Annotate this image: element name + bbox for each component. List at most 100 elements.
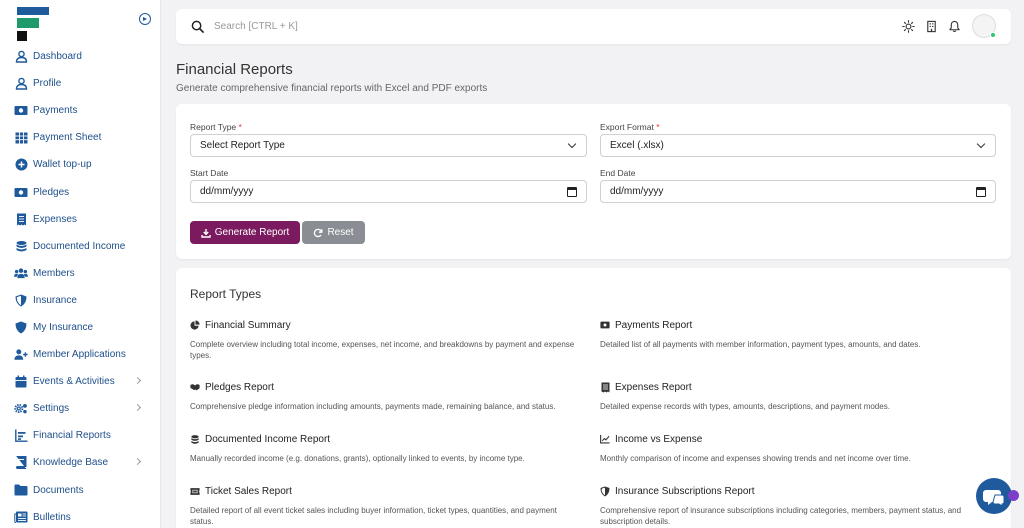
- calendar-icon: [14, 375, 28, 389]
- report-type-description: Comprehensive report of insurance subscr…: [600, 506, 962, 526]
- sidebar-item-payments[interactable]: Payments: [0, 97, 160, 124]
- sidebar-item-member-applications[interactable]: Member Applications: [0, 341, 160, 368]
- report-type-description: Detailed expense records with types, amo…: [600, 402, 890, 411]
- online-status-dot: [990, 32, 996, 38]
- user-avatar[interactable]: [972, 14, 996, 38]
- bell-icon[interactable]: [948, 20, 961, 33]
- sidebar-item-documents[interactable]: Documents: [0, 477, 160, 504]
- sidebar-item-my-insurance[interactable]: My Insurance: [0, 314, 160, 341]
- report-type-description: Detailed report of all event ticket sale…: [190, 506, 557, 526]
- report-type-payments-report: Payments Report Detailed list of all paym…: [600, 318, 1000, 350]
- sidebar-item-insurance[interactable]: Insurance: [0, 287, 160, 314]
- sidebar-item-label: Pledges: [33, 186, 70, 198]
- user-plus-icon: [14, 348, 28, 362]
- sidebar-collapse-button[interactable]: [139, 13, 151, 25]
- sidebar-item-label: Profile: [33, 78, 62, 90]
- sidebar-item-label: Member Applications: [33, 349, 126, 361]
- shield-icon: [600, 486, 610, 496]
- chat-widget-button[interactable]: [976, 478, 1012, 514]
- book-icon: [14, 456, 28, 470]
- sidebar-item-financial-reports[interactable]: Financial Reports: [0, 422, 160, 449]
- report-type-insurance-subscriptions-report: Insurance Subscriptions Report Comprehens…: [600, 484, 1000, 527]
- report-types-heading: Report Types: [190, 287, 262, 301]
- sidebar-item-documented-income[interactable]: Documented Income: [0, 233, 160, 260]
- start-date-value: dd/mm/yyyy: [200, 186, 254, 197]
- export-format-value: Excel (.xlsx): [610, 140, 664, 151]
- sidebar-item-expenses[interactable]: Expenses: [0, 206, 160, 233]
- generate-report-button[interactable]: Generate Report: [190, 221, 300, 244]
- money-bill-icon: [14, 104, 28, 118]
- export-format-select[interactable]: Excel (.xlsx): [600, 134, 996, 157]
- sidebar-item-label: Bulletins: [33, 511, 71, 523]
- start-date-label: Start Date: [190, 168, 229, 178]
- chart-bar-icon: [14, 429, 28, 443]
- report-type-description: Comprehensive pledge information includi…: [190, 402, 556, 411]
- sidebar-item-bulletins[interactable]: Bulletins: [0, 504, 160, 528]
- sidebar-item-settings[interactable]: Settings: [0, 395, 160, 422]
- report-type-description: Detailed list of all payments with membe…: [600, 340, 921, 349]
- start-date-input[interactable]: dd/mm/yyyy: [190, 180, 587, 203]
- folder-icon: [14, 483, 28, 497]
- chart-pie-icon: [190, 319, 200, 330]
- report-type-title: Income vs Expense: [615, 433, 703, 445]
- ai-assistant-badge[interactable]: [1008, 490, 1019, 501]
- sidebar-item-label: Events & Activities: [33, 376, 115, 388]
- sidebar: Dashboard Profile Payments Payment Sheet Wal…: [0, 0, 161, 528]
- calendar-icon[interactable]: [976, 187, 986, 197]
- report-type-documented-income-report: Documented Income Report Manually recorde…: [190, 432, 590, 464]
- refresh-icon: [314, 228, 323, 237]
- page-subtitle: Generate comprehensive financial reports…: [176, 83, 488, 94]
- sidebar-item-members[interactable]: Members: [0, 260, 160, 287]
- report-type-title: Payments Report: [615, 319, 693, 331]
- download-icon: [201, 228, 211, 238]
- search-input[interactable]: [214, 17, 514, 36]
- plus-circle-icon: [14, 158, 28, 172]
- end-date-label: End Date: [600, 168, 636, 178]
- shield-icon: [14, 320, 28, 334]
- chevron-down-icon: [976, 139, 986, 149]
- sidebar-item-label: Payment Sheet: [33, 132, 102, 144]
- sidebar-item-label: Wallet top-up: [33, 159, 92, 171]
- search-icon[interactable]: [191, 20, 204, 33]
- report-type-select[interactable]: Select Report Type: [190, 134, 587, 157]
- report-type-title: Expenses Report: [615, 381, 692, 393]
- sidebar-item-label: Financial Reports: [33, 430, 111, 442]
- coins-icon: [14, 239, 28, 253]
- report-type-title: Documented Income Report: [205, 433, 331, 445]
- sidebar-item-label: My Insurance: [33, 321, 94, 333]
- money-bill-icon: [14, 185, 28, 199]
- sidebar-item-pledges[interactable]: Pledges: [0, 178, 160, 205]
- end-date-value: dd/mm/yyyy: [610, 186, 664, 197]
- sidebar-item-events-activities[interactable]: Events & Activities: [0, 368, 160, 395]
- report-type-description: Manually recorded income (e.g. donations…: [190, 454, 525, 463]
- table-icon: [14, 131, 28, 145]
- sidebar-item-label: Payments: [33, 105, 78, 117]
- report-type-expenses-report: Expenses Report Detailed expense records …: [600, 380, 1000, 412]
- gears-icon: [14, 402, 28, 416]
- calendar-icon[interactable]: [567, 187, 577, 197]
- end-date-input[interactable]: dd/mm/yyyy: [600, 180, 996, 203]
- reset-button[interactable]: Reset: [302, 221, 365, 244]
- report-type-label: Report Type *: [190, 122, 242, 132]
- sidebar-item-label: Knowledge Base: [33, 457, 109, 469]
- sidebar-item-label: Expenses: [33, 213, 77, 225]
- sidebar-item-profile[interactable]: Profile: [0, 70, 160, 97]
- building-icon[interactable]: [925, 20, 938, 33]
- app-logo[interactable]: [17, 7, 49, 42]
- chevron-right-icon: [133, 377, 142, 385]
- report-type-description: Monthly comparison of income and expense…: [600, 454, 911, 463]
- sun-icon[interactable]: [902, 20, 915, 33]
- sidebar-item-label: Documented Income: [33, 240, 126, 252]
- money-bill-icon: [600, 320, 610, 330]
- page-title: Financial Reports: [176, 61, 293, 78]
- users-icon: [14, 266, 28, 280]
- sidebar-item-label: Settings: [33, 403, 70, 415]
- report-form-card: Report Type * Select Report Type Export …: [176, 104, 1011, 259]
- sidebar-item-wallet-top-up[interactable]: Wallet top-up: [0, 151, 160, 178]
- sidebar-item-dashboard[interactable]: Dashboard: [0, 43, 160, 70]
- newspaper-icon: [14, 510, 28, 524]
- sidebar-item-knowledge-base[interactable]: Knowledge Base: [0, 449, 160, 476]
- chevron-down-icon: [567, 139, 577, 149]
- report-type-financial-summary: Financial Summary Complete overview inclu…: [190, 318, 590, 361]
- sidebar-item-payment-sheet[interactable]: Payment Sheet: [0, 124, 160, 151]
